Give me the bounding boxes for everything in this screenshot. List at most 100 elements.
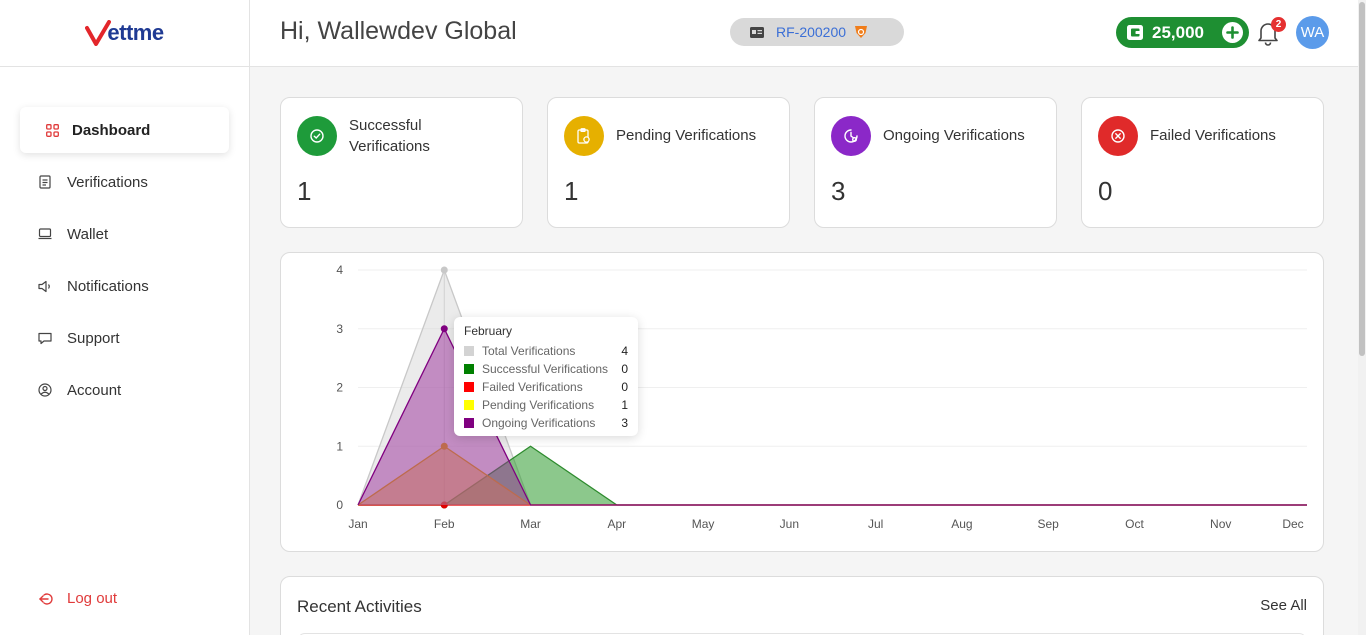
- x-tick-label: Dec: [1282, 517, 1303, 531]
- sidebar-item-label: Verifications: [67, 173, 148, 191]
- tooltip-series-name: Total Verifications: [482, 344, 576, 358]
- sidebar-item-label: Wallet: [67, 225, 109, 243]
- tooltip-swatch: [464, 400, 474, 410]
- avatar[interactable]: WA: [1296, 16, 1329, 49]
- notification-count-badge: 2: [1271, 17, 1286, 32]
- stat-value: 1: [564, 176, 579, 206]
- x-tick-label: Jan: [348, 517, 367, 531]
- tooltip-row: Failed Verifications 0: [464, 378, 628, 396]
- x-tick-label: Jun: [780, 517, 799, 531]
- sidebar-item-notifications[interactable]: Notifications: [20, 263, 229, 309]
- verifications-chart[interactable]: 0 1 2 3 4 Jan Feb Mar Apr May Jun Jul Aug Sep Oct Nov De…: [280, 252, 1324, 552]
- logout-button[interactable]: Log out: [39, 590, 117, 607]
- chart-tooltip: February Total Verifications 4 Successfu…: [454, 317, 638, 436]
- add-funds-icon[interactable]: [1222, 22, 1243, 43]
- sidebar-item-wallet[interactable]: Wallet: [20, 211, 229, 257]
- progress-clock-icon: [831, 116, 871, 156]
- logo[interactable]: ettme: [85, 20, 164, 46]
- tooltip-row: Successful Verifications 0: [464, 360, 628, 378]
- id-card-icon: [750, 26, 764, 38]
- series-point: [440, 325, 448, 333]
- x-circle-icon: [1098, 116, 1138, 156]
- sidebar-nav: Dashboard Verifications Wallet Notificat…: [20, 107, 229, 419]
- tooltip-series-value: 0: [621, 380, 628, 394]
- logout-icon: [39, 592, 54, 606]
- top-header: Hi, Wallewdev Global RF-200200 25,000 2 …: [250, 0, 1358, 67]
- sidebar-item-label: Support: [67, 329, 120, 347]
- tooltip-swatch: [464, 364, 474, 374]
- series-point: [440, 266, 448, 274]
- tooltip-row: Ongoing Verifications 3: [464, 414, 628, 432]
- tooltip-series-value: 0: [621, 362, 628, 376]
- tooltip-title: February: [464, 324, 513, 338]
- x-tick-label: Nov: [1210, 517, 1231, 531]
- sidebar-item-label: Notifications: [67, 277, 149, 295]
- wallet-icon: [1127, 25, 1143, 40]
- stat-card-ongoing[interactable]: Ongoing Verifications 3: [814, 97, 1057, 228]
- stat-card-failed[interactable]: Failed Verifications 0: [1081, 97, 1324, 228]
- tooltip-row: Total Verifications 4: [464, 342, 628, 360]
- logo-text: ettme: [107, 20, 164, 45]
- check-circle-icon: [297, 116, 337, 156]
- chart-svg: 0 1 2 3 4 Jan Feb Mar Apr May Jun Jul Aug Sep Oct Nov De…: [336, 263, 1307, 531]
- logout-label: Log out: [67, 590, 118, 607]
- document-icon: [38, 175, 52, 189]
- reference-id-pill[interactable]: RF-200200: [730, 18, 904, 46]
- tooltip-series-name: Pending Verifications: [482, 398, 595, 412]
- sidebar-item-label: Account: [67, 381, 122, 399]
- stat-card-successful[interactable]: Successful Verifications 1: [280, 97, 523, 228]
- x-tick-label: Sep: [1038, 517, 1060, 531]
- x-tick-label: Feb: [434, 517, 455, 531]
- logo-area: ettme: [0, 0, 249, 67]
- sidebar-item-support[interactable]: Support: [20, 315, 229, 361]
- wallet-balance: 25,000: [1152, 22, 1204, 42]
- sidebar: ettme Dashboard Verifications Wallet Not…: [0, 0, 250, 635]
- recent-activities-card: Recent Activities See All: [280, 576, 1324, 635]
- y-tick-label: 3: [336, 322, 343, 336]
- sidebar-item-dashboard[interactable]: Dashboard: [20, 107, 229, 153]
- stat-label: Pending Verifications: [616, 127, 757, 144]
- speaker-icon: [38, 279, 52, 293]
- tooltip-series-value: 1: [621, 398, 628, 412]
- clipboard-clock-icon: [564, 116, 604, 156]
- tooltip-series-name: Successful Verifications: [482, 362, 609, 376]
- stat-value: 0: [1098, 176, 1113, 206]
- user-circle-icon: [38, 383, 52, 397]
- scrollbar-thumb[interactable]: [1359, 2, 1365, 356]
- verified-badge-icon: [854, 25, 868, 39]
- x-tick-label: Aug: [951, 517, 972, 531]
- tooltip-row: Pending Verifications 1: [464, 396, 628, 414]
- grid-icon: [45, 123, 59, 137]
- x-tick-label: May: [692, 517, 715, 531]
- page-scrollbar[interactable]: [1358, 0, 1366, 635]
- stat-value: 1: [297, 176, 312, 206]
- sidebar-item-label: Dashboard: [72, 121, 151, 139]
- tooltip-swatch: [464, 346, 474, 356]
- sidebar-item-verifications[interactable]: Verifications: [20, 159, 229, 205]
- laptop-icon: [38, 227, 52, 241]
- tooltip-series-value: 3: [621, 416, 628, 430]
- stat-label: Successful Verifications: [349, 117, 430, 155]
- x-tick-label: Apr: [607, 517, 626, 531]
- y-tick-label: 0: [336, 498, 343, 512]
- x-tick-label: Jul: [868, 517, 883, 531]
- wallet-balance-pill[interactable]: 25,000: [1116, 17, 1249, 48]
- tooltip-swatch: [464, 418, 474, 428]
- stat-label: Failed Verifications: [1150, 127, 1276, 144]
- x-tick-label: Mar: [520, 517, 541, 531]
- tooltip-swatch: [464, 382, 474, 392]
- stat-value: 3: [831, 176, 846, 206]
- x-tick-label: Oct: [1125, 517, 1144, 531]
- tooltip-series-name: Failed Verifications: [482, 380, 583, 394]
- y-tick-label: 2: [336, 381, 343, 395]
- tooltip-series-value: 4: [621, 344, 628, 358]
- chat-icon: [38, 331, 52, 345]
- see-all-link[interactable]: See All: [1260, 597, 1307, 614]
- sidebar-item-account[interactable]: Account: [20, 367, 229, 413]
- page-title: Hi, Wallewdev Global: [280, 17, 517, 45]
- recent-activities-title: Recent Activities: [297, 597, 422, 616]
- tooltip-series-name: Ongoing Verifications: [482, 416, 596, 430]
- stat-label: Ongoing Verifications: [883, 127, 1025, 144]
- reference-id: RF-200200: [776, 24, 847, 40]
- stat-card-pending[interactable]: Pending Verifications 1: [547, 97, 790, 228]
